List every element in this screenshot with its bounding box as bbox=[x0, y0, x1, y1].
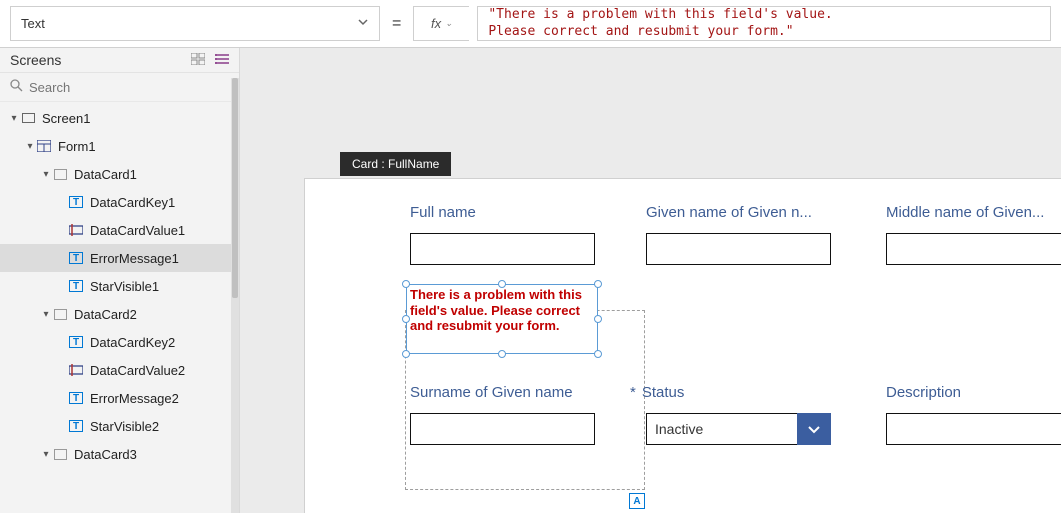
tree-scrollbar[interactable] bbox=[231, 78, 239, 513]
resize-handle[interactable] bbox=[594, 280, 602, 288]
fx-button[interactable]: fx ⌄ bbox=[413, 6, 469, 41]
tree-node-dcv2[interactable]: ▾DataCardValue2 bbox=[0, 356, 239, 384]
dropdown-button[interactable] bbox=[797, 413, 831, 445]
tree-node-em1[interactable]: ▾TErrorMessage1 bbox=[0, 244, 239, 272]
resize-handle[interactable] bbox=[594, 315, 602, 323]
error-text: There is a problem with this field's val… bbox=[407, 285, 597, 336]
field-full-name: Full name bbox=[410, 204, 630, 265]
caret-icon[interactable]: ▾ bbox=[40, 169, 52, 180]
status-label-text: Status bbox=[642, 384, 685, 401]
tree-node-label: ErrorMessage2 bbox=[90, 391, 179, 406]
tree-node-label: DataCard3 bbox=[74, 447, 137, 462]
property-value: Text bbox=[21, 16, 45, 31]
resize-handle[interactable] bbox=[498, 280, 506, 288]
field-label: Given name of Given n... bbox=[646, 204, 866, 221]
tree-title: Screens bbox=[10, 52, 61, 68]
formula-bar: Text = fx ⌄ "There is a problem with thi… bbox=[0, 0, 1061, 48]
resize-handle[interactable] bbox=[402, 315, 410, 323]
tree-node-dcv1[interactable]: ▾DataCardValue1 bbox=[0, 216, 239, 244]
tree-node-dc1[interactable]: ▾ DataCard1 bbox=[0, 160, 239, 188]
search-input[interactable] bbox=[29, 80, 229, 95]
search-icon bbox=[10, 79, 23, 95]
caret-icon[interactable]: ▾ bbox=[24, 141, 36, 152]
tree-header: Screens bbox=[0, 48, 239, 73]
tree-node-label: StarVisible1 bbox=[90, 279, 159, 294]
tree-node-screen1[interactable]: ▾ Screen1 bbox=[0, 104, 239, 132]
required-star: * bbox=[630, 384, 636, 401]
tree-node-sv1[interactable]: ▾TStarVisible1 bbox=[0, 272, 239, 300]
tree-node-label: DataCardKey1 bbox=[90, 195, 175, 210]
field-label: Middle name of Given... bbox=[886, 204, 1061, 221]
scrollbar-thumb[interactable] bbox=[232, 78, 238, 298]
selection-badge[interactable]: A bbox=[629, 493, 645, 509]
text-input[interactable] bbox=[646, 233, 831, 265]
tree-search[interactable] bbox=[0, 73, 239, 102]
tree-node-label: DataCardValue2 bbox=[90, 363, 185, 378]
canvas[interactable]: Card : FullName A Full name Given name o… bbox=[240, 48, 1061, 513]
list-view-icon[interactable] bbox=[215, 52, 229, 68]
chevron-down-icon bbox=[357, 16, 369, 31]
field-label: Full name bbox=[410, 204, 630, 221]
field-label: Description bbox=[886, 384, 1061, 401]
resize-handle[interactable] bbox=[594, 350, 602, 358]
chevron-down-icon: ⌄ bbox=[445, 18, 453, 29]
tree-node-label: DataCardValue1 bbox=[90, 223, 185, 238]
tree-node-label: ErrorMessage1 bbox=[90, 251, 179, 266]
formula-input[interactable]: "There is a problem with this field's va… bbox=[477, 6, 1051, 41]
text-input[interactable] bbox=[886, 233, 1061, 265]
caret-icon[interactable]: ▾ bbox=[8, 113, 20, 124]
status-value: Inactive bbox=[646, 413, 797, 445]
field-label: * Status bbox=[630, 384, 850, 401]
field-label: Surname of Given name bbox=[410, 384, 630, 401]
resize-handle[interactable] bbox=[402, 350, 410, 358]
field-given-name: Given name of Given n... bbox=[646, 204, 866, 265]
text-input[interactable] bbox=[410, 413, 595, 445]
tree-panel: Screens ▾ Screen1 ▾ Form1 ▾ DataCard1 ▾TDataCa… bbox=[0, 48, 240, 513]
text-input[interactable] bbox=[410, 233, 595, 265]
tree-node-dck2[interactable]: ▾TDataCardKey2 bbox=[0, 328, 239, 356]
caret-icon[interactable]: ▾ bbox=[40, 449, 52, 460]
thumbnail-view-icon[interactable] bbox=[191, 52, 205, 68]
tree-node-label: Screen1 bbox=[42, 111, 90, 126]
text-input[interactable] bbox=[886, 413, 1061, 445]
form-surface[interactable]: A Full name Given name of Given n... Mid… bbox=[304, 178, 1061, 513]
status-dropdown[interactable]: Inactive bbox=[646, 413, 831, 445]
tree-node-label: Form1 bbox=[58, 139, 96, 154]
tree-node-dc3[interactable]: ▾ DataCard3 bbox=[0, 440, 239, 468]
field-status: * Status Inactive bbox=[630, 384, 850, 445]
tree-nodes: ▾Screen1▾Form1▾DataCard1▾TDataCardKey1▾D… bbox=[0, 102, 239, 513]
tree-node-dc2[interactable]: ▾ DataCard2 bbox=[0, 300, 239, 328]
property-dropdown[interactable]: Text bbox=[10, 6, 380, 41]
tree-node-dck1[interactable]: ▾TDataCardKey1 bbox=[0, 188, 239, 216]
field-middle-name: Middle name of Given... bbox=[886, 204, 1061, 265]
field-description: Description bbox=[886, 384, 1061, 445]
tree-node-form1[interactable]: ▾ Form1 bbox=[0, 132, 239, 160]
tree-node-label: StarVisible2 bbox=[90, 419, 159, 434]
equals-label: = bbox=[388, 6, 405, 41]
tree-node-em2[interactable]: ▾TErrorMessage2 bbox=[0, 384, 239, 412]
field-surname: Surname of Given name bbox=[410, 384, 630, 445]
resize-handle[interactable] bbox=[498, 350, 506, 358]
caret-icon[interactable]: ▾ bbox=[40, 309, 52, 320]
tree-node-sv2[interactable]: ▾TStarVisible2 bbox=[0, 412, 239, 440]
tree-node-label: DataCard2 bbox=[74, 307, 137, 322]
resize-handle[interactable] bbox=[402, 280, 410, 288]
fx-label: fx bbox=[431, 16, 441, 31]
selection-tag[interactable]: Card : FullName bbox=[340, 152, 451, 176]
tree-node-label: DataCard1 bbox=[74, 167, 137, 182]
tree-node-label: DataCardKey2 bbox=[90, 335, 175, 350]
error-message-control[interactable]: There is a problem with this field's val… bbox=[406, 284, 598, 354]
